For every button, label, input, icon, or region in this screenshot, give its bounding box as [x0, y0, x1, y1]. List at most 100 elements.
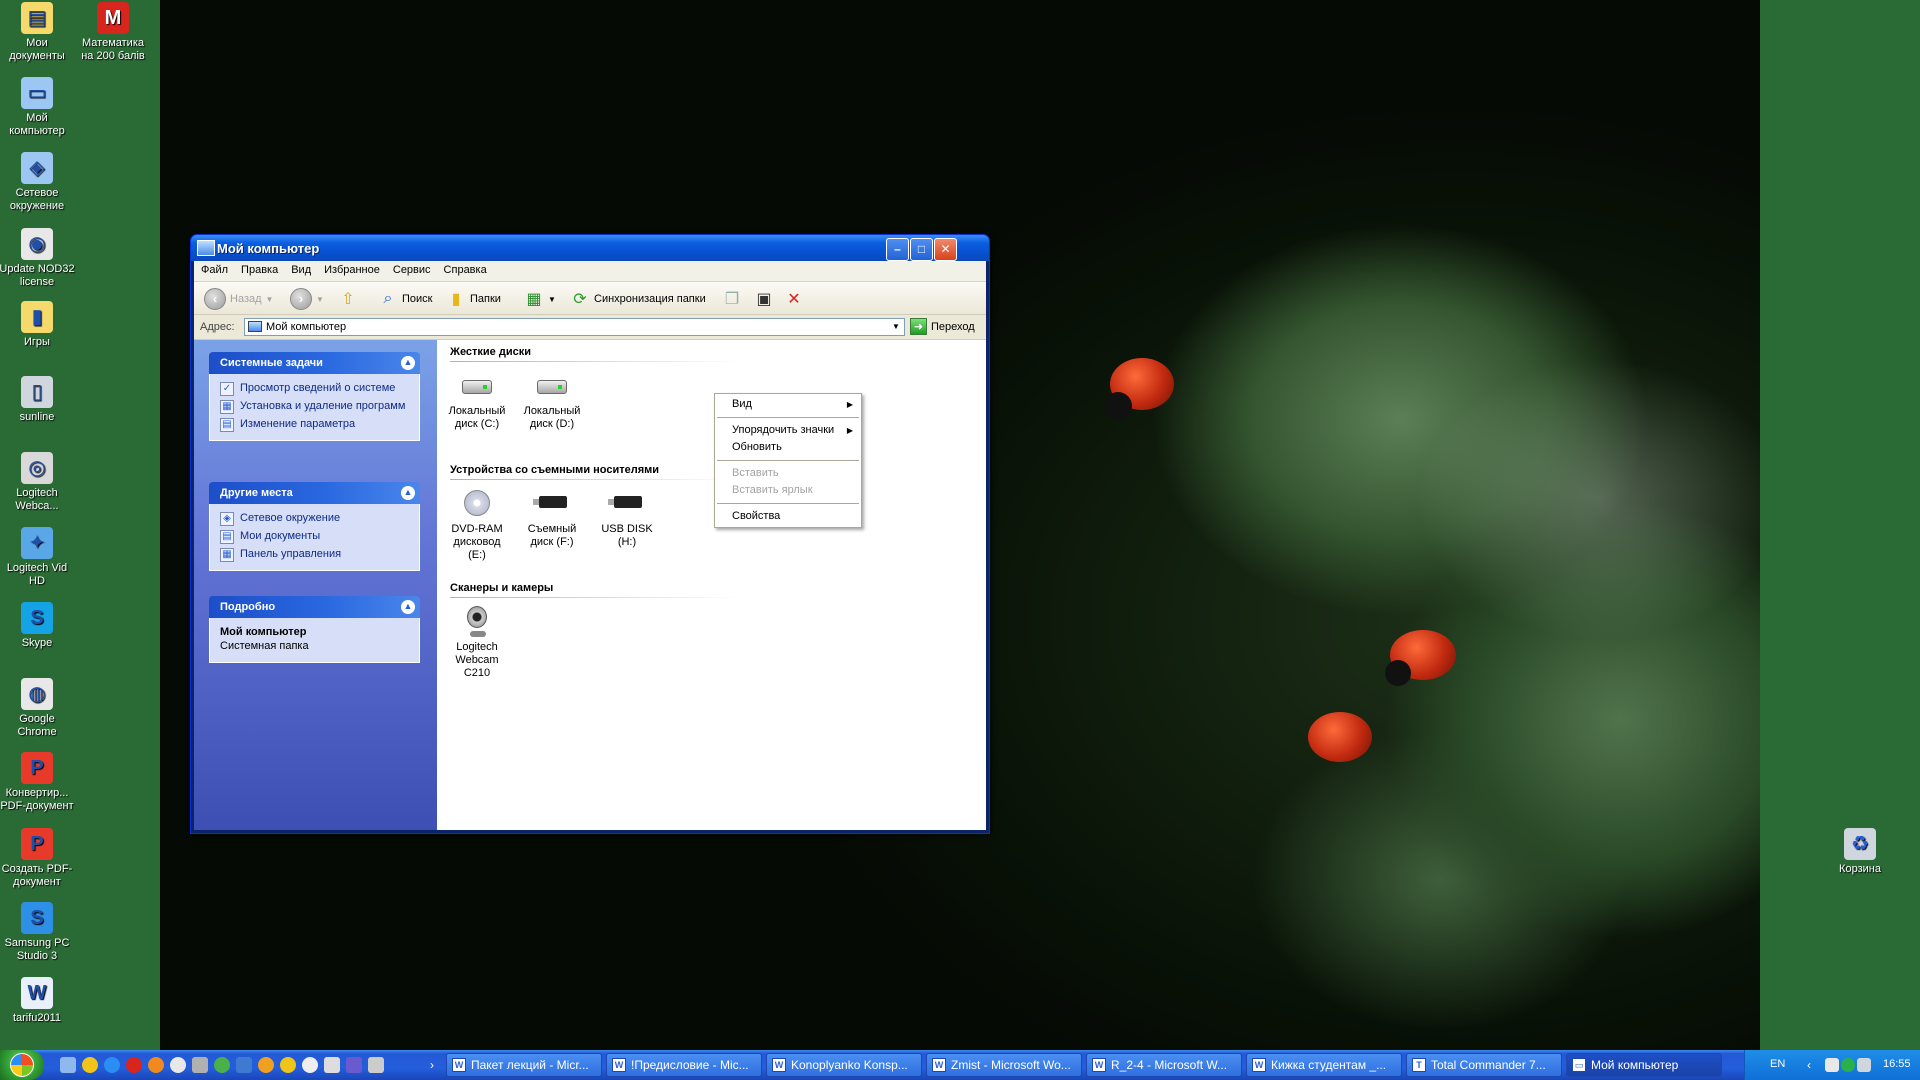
- place-my-documents[interactable]: ▤ Мои документы: [220, 528, 411, 546]
- desktop-icon-pdf-convert[interactable]: P Конвертир... PDF-документ: [0, 752, 75, 813]
- menu-file[interactable]: Файл: [194, 261, 234, 276]
- tray-app-icon[interactable]: [1857, 1058, 1871, 1072]
- paste-button[interactable]: ▣: [754, 288, 774, 310]
- taskbar-button[interactable]: T Total Commander 7...: [1406, 1053, 1562, 1077]
- webcam-device[interactable]: Logitech Webcam C210: [444, 606, 510, 680]
- desktop-icon-recycle-bin[interactable]: ♻ Корзина: [1822, 828, 1898, 876]
- desktop-icon-label: Google Chrome: [17, 713, 57, 738]
- task-label: !Предисловие - Mic...: [631, 1058, 749, 1072]
- collapse-icon[interactable]: ▲: [401, 486, 415, 500]
- window-titlebar[interactable]: Мой компьютер – □ ✕: [191, 235, 989, 261]
- menu-item-paste[interactable]: Вставить: [715, 465, 861, 482]
- panel-header[interactable]: Системные задачи ▲: [209, 352, 420, 374]
- menu-item-paste-shortcut[interactable]: Вставить ярлык: [715, 482, 861, 499]
- desktop-icon-chrome[interactable]: ◍ Google Chrome: [0, 678, 75, 739]
- desktop-icon-nod32[interactable]: ◉ Update NOD32 license: [0, 228, 75, 289]
- up-folder-button[interactable]: ⇧: [338, 288, 358, 310]
- desktop-icon-label: Logitech Webca...: [15, 487, 59, 512]
- close-button[interactable]: ✕: [934, 238, 957, 261]
- chrome-icon[interactable]: [214, 1057, 230, 1073]
- language-indicator[interactable]: EN: [1770, 1058, 1785, 1070]
- address-field[interactable]: Мой компьютер ▼: [244, 318, 905, 336]
- menu-item-refresh[interactable]: Обновить: [715, 439, 861, 456]
- sync-folder-button[interactable]: ⟳ Синхронизация папки: [570, 288, 705, 310]
- desktop-icon-webcam[interactable]: ◎ Logitech Webca...: [0, 452, 75, 513]
- task-view-system-info[interactable]: ✓ Просмотр сведений о системе: [220, 380, 411, 398]
- place-network[interactable]: ◈ Сетевое окружение: [220, 510, 411, 528]
- drive-h[interactable]: USB DISK (H:): [594, 488, 660, 549]
- place-control-panel[interactable]: ▦ Панель управления: [220, 546, 411, 564]
- desktop-icon-my-computer[interactable]: ▭ Мой компьютер: [0, 77, 75, 138]
- firefox-icon[interactable]: [148, 1057, 164, 1073]
- maximize-button[interactable]: □: [910, 238, 933, 261]
- copy-to-button[interactable]: ❐: [722, 288, 742, 310]
- taskbar-button[interactable]: W Konoplyanko Konsp...: [766, 1053, 922, 1077]
- desktop-icon-label: Мои документы: [9, 37, 65, 62]
- chevron-down-icon[interactable]: ▼: [888, 319, 904, 335]
- menu-favorites[interactable]: Избранное: [317, 261, 386, 276]
- app-icon[interactable]: [236, 1057, 252, 1073]
- forward-button[interactable]: › ▼: [290, 288, 324, 310]
- clock[interactable]: 16:55: [1883, 1058, 1911, 1070]
- app-icon[interactable]: [302, 1057, 318, 1073]
- app-icon[interactable]: [346, 1057, 362, 1073]
- chevron-left-icon[interactable]: ‹: [1807, 1058, 1821, 1072]
- folders-button[interactable]: ▮ Папки: [446, 288, 501, 310]
- desktop-icon-folder[interactable]: ▮ Игры: [0, 301, 75, 349]
- tray-app-icon[interactable]: [1841, 1058, 1855, 1072]
- menu-help[interactable]: Справка: [437, 261, 493, 276]
- menu-edit[interactable]: Правка: [234, 261, 284, 276]
- desktop-icon-skype[interactable]: S Skype: [0, 602, 75, 650]
- collapse-icon[interactable]: ▲: [401, 600, 415, 614]
- minimize-button[interactable]: –: [886, 238, 909, 261]
- taskbar-button[interactable]: W R_2-4 - Microsoft W...: [1086, 1053, 1242, 1077]
- go-button[interactable]: ➜ Переход: [910, 318, 975, 335]
- drive-c[interactable]: Локальный диск (C:): [444, 370, 510, 431]
- desktop-icon-sunline[interactable]: ▯ sunline: [0, 376, 75, 424]
- search-button[interactable]: ⌕ Поиск: [378, 288, 433, 310]
- skype-icon: S: [21, 602, 53, 634]
- app-icon[interactable]: [280, 1057, 296, 1073]
- show-desktop-icon[interactable]: [60, 1057, 76, 1073]
- back-button[interactable]: ‹ Назад ▼: [204, 288, 273, 310]
- file-view[interactable]: Жесткие диски Локальный диск (C:) Локаль…: [437, 340, 986, 830]
- tray-app-icon[interactable]: [1825, 1058, 1839, 1072]
- opera-icon[interactable]: [126, 1057, 142, 1073]
- start-button[interactable]: [0, 1050, 44, 1080]
- collapse-icon[interactable]: ▲: [401, 356, 415, 370]
- app-icon[interactable]: [368, 1057, 384, 1073]
- task-change-setting[interactable]: ▤ Изменение параметра: [220, 416, 411, 434]
- drive-e[interactable]: DVD-RAM дисковод (E:): [444, 488, 510, 562]
- delete-button[interactable]: ✕: [784, 288, 804, 310]
- app-icon[interactable]: [324, 1057, 340, 1073]
- panel-header[interactable]: Другие места ▲: [209, 482, 420, 504]
- menu-tools[interactable]: Сервис: [386, 261, 437, 276]
- desktop-icon-my-documents[interactable]: ▤ Мои документы: [0, 2, 75, 63]
- views-button[interactable]: ▦ ▼: [524, 288, 555, 310]
- desktop-icon-pdf-create[interactable]: P Создать PDF-документ: [0, 828, 75, 889]
- app-icon[interactable]: [192, 1057, 208, 1073]
- menu-item-properties[interactable]: Свойства: [715, 508, 861, 525]
- menu-view[interactable]: Вид: [284, 261, 317, 276]
- desktop-icon-samsung-pc-studio[interactable]: S Samsung PC Studio 3: [0, 902, 75, 963]
- desktop-icon-network[interactable]: ◈ Сетевое окружение: [0, 152, 75, 213]
- taskbar-button[interactable]: W Пакет лекций - Micr...: [446, 1053, 602, 1077]
- menu-item-arrange-icons[interactable]: Упорядочить значки ▶: [715, 422, 861, 439]
- panel-header[interactable]: Подробно ▲: [209, 596, 420, 618]
- taskbar-button[interactable]: W Кижка студентам _...: [1246, 1053, 1402, 1077]
- drive-d[interactable]: Локальный диск (D:): [519, 370, 585, 431]
- app-icon[interactable]: [170, 1057, 186, 1073]
- desktop-icon-math[interactable]: M Математика на 200 балів: [75, 2, 151, 63]
- taskbar-button[interactable]: W !Предисловие - Mic...: [606, 1053, 762, 1077]
- desktop-icon-logitech-vid[interactable]: ✦ Logitech Vid HD: [0, 527, 75, 588]
- task-add-remove-programs[interactable]: ▦ Установка и удаление программ: [220, 398, 411, 416]
- app-icon[interactable]: [258, 1057, 274, 1073]
- drive-f[interactable]: Съемный диск (F:): [519, 488, 585, 549]
- menu-item-view[interactable]: Вид ▶: [715, 396, 861, 413]
- chevron-right-icon[interactable]: ›: [424, 1057, 440, 1073]
- desktop-icon-word-document[interactable]: Wtarifu2011: [0, 977, 75, 1025]
- info-icon[interactable]: [82, 1057, 98, 1073]
- taskbar-button-active[interactable]: ▭ Мой компьютер: [1566, 1053, 1722, 1077]
- taskbar-button[interactable]: W Zmist - Microsoft Wo...: [926, 1053, 1082, 1077]
- ie-icon[interactable]: [104, 1057, 120, 1073]
